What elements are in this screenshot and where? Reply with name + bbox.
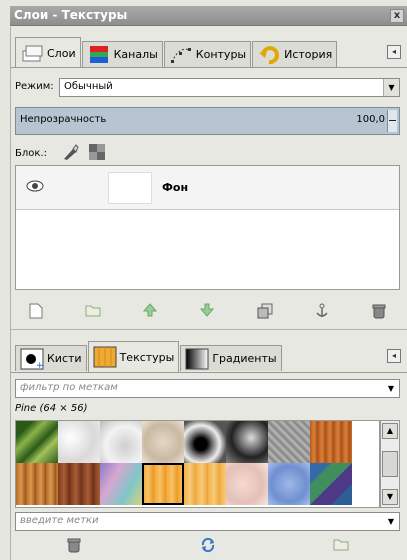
tab-history-label: История bbox=[284, 48, 333, 61]
layers-dock-panel: Слои Каналы Контуры История ◂ Режим: Обы… bbox=[10, 27, 407, 560]
pattern-tile[interactable] bbox=[268, 421, 310, 463]
divider bbox=[11, 329, 407, 330]
pattern-tile[interactable] bbox=[16, 463, 58, 505]
layers-list: Фон bbox=[15, 165, 400, 290]
scroll-up-icon[interactable]: ▲ bbox=[382, 423, 398, 439]
pattern-tile[interactable] bbox=[184, 421, 226, 463]
pattern-tile[interactable] bbox=[58, 421, 100, 463]
lock-label: Блок.: bbox=[15, 148, 47, 159]
tab-brushes-label: Кисти bbox=[47, 352, 82, 365]
alpha-lock-icon[interactable] bbox=[88, 143, 106, 161]
pattern-tile[interactable] bbox=[226, 463, 268, 505]
lower-layer-icon[interactable] bbox=[198, 303, 216, 321]
duplicate-layer-icon[interactable] bbox=[256, 303, 274, 321]
tab-menu-icon[interactable]: ◂ bbox=[387, 45, 401, 59]
opacity-slider[interactable]: Непрозрачность 100,0 bbox=[15, 107, 400, 135]
eye-icon[interactable] bbox=[26, 180, 44, 192]
patterns-icon bbox=[93, 346, 117, 368]
tab-brushes[interactable]: + Кисти bbox=[15, 345, 87, 371]
anchor-icon[interactable] bbox=[313, 303, 331, 321]
pattern-tile[interactable] bbox=[310, 463, 352, 505]
pattern-grid bbox=[15, 420, 380, 508]
pattern-tile[interactable] bbox=[226, 421, 268, 463]
tab-paths-label: Контуры bbox=[195, 48, 247, 61]
dock-tabs-bottom: + Кисти Текстуры Градиенты bbox=[15, 341, 283, 372]
layer-row[interactable]: Фон bbox=[16, 166, 399, 210]
patterns-button-bar bbox=[15, 533, 400, 559]
filter-placeholder: фильтр по меткам bbox=[20, 382, 118, 393]
layers-icon bbox=[20, 42, 44, 64]
history-icon bbox=[257, 44, 281, 66]
window-title: Слои - Текстуры bbox=[14, 8, 128, 22]
chevron-down-icon: ▼ bbox=[383, 79, 399, 96]
pattern-info: Pine (64 × 56) bbox=[15, 403, 88, 414]
opacity-value: 100,0 bbox=[356, 114, 385, 125]
channels-icon bbox=[87, 44, 111, 66]
scroll-down-icon[interactable]: ▼ bbox=[382, 489, 398, 505]
tags-placeholder: введите метки bbox=[20, 515, 99, 526]
pattern-tile[interactable] bbox=[100, 421, 142, 463]
pattern-tag-filter[interactable]: фильтр по меткам ▼ bbox=[15, 379, 400, 398]
tab-patterns[interactable]: Текстуры bbox=[87, 341, 180, 372]
tab-patterns-label: Текстуры bbox=[119, 350, 175, 364]
new-group-icon[interactable] bbox=[84, 303, 102, 321]
tab-paths[interactable]: Контуры bbox=[163, 41, 252, 67]
pattern-tile[interactable] bbox=[58, 463, 100, 505]
open-folder-icon[interactable] bbox=[332, 537, 350, 555]
mode-label: Режим: bbox=[15, 81, 54, 92]
tab-history[interactable]: История bbox=[252, 41, 338, 67]
opacity-spin-button[interactable] bbox=[387, 110, 397, 132]
scroll-thumb[interactable] bbox=[382, 451, 398, 477]
chevron-down-icon: ▼ bbox=[383, 380, 399, 397]
mode-value: Обычный bbox=[64, 81, 113, 92]
tab-channels[interactable]: Каналы bbox=[81, 41, 163, 67]
mode-select[interactable]: Обычный ▼ bbox=[59, 78, 400, 97]
tab-layers-label: Слои bbox=[47, 46, 76, 60]
delete-layer-icon[interactable] bbox=[370, 303, 388, 321]
opacity-label: Непрозрачность bbox=[20, 114, 107, 125]
tab-gradients[interactable]: Градиенты bbox=[180, 345, 282, 371]
pattern-tile[interactable] bbox=[142, 421, 184, 463]
pattern-tile[interactable] bbox=[268, 463, 310, 505]
new-layer-icon[interactable] bbox=[27, 303, 45, 321]
gradients-icon bbox=[185, 348, 209, 370]
pattern-scrollbar[interactable]: ▲ ▼ bbox=[380, 420, 400, 508]
pattern-tile-selected[interactable] bbox=[142, 463, 184, 505]
chevron-down-icon: ▼ bbox=[383, 513, 399, 530]
pattern-tile[interactable] bbox=[100, 463, 142, 505]
layer-name[interactable]: Фон bbox=[162, 181, 188, 194]
tab-gradients-label: Градиенты bbox=[212, 352, 277, 365]
dock-tabs-top: Слои Каналы Контуры История bbox=[15, 37, 338, 68]
divider bbox=[11, 67, 407, 68]
pattern-tile[interactable] bbox=[184, 463, 226, 505]
window-titlebar: Слои - Текстуры x bbox=[10, 6, 407, 26]
paths-icon bbox=[169, 44, 193, 66]
svg-text:+: + bbox=[36, 361, 44, 370]
tab-channels-label: Каналы bbox=[113, 48, 158, 61]
pattern-tile[interactable] bbox=[310, 421, 352, 463]
divider bbox=[11, 372, 407, 373]
brush-lock-icon[interactable] bbox=[61, 143, 79, 161]
refresh-icon[interactable] bbox=[199, 537, 217, 555]
pattern-tags-input[interactable]: введите метки ▼ bbox=[15, 512, 400, 531]
close-icon[interactable]: x bbox=[390, 9, 404, 23]
layers-button-bar bbox=[15, 299, 400, 325]
brushes-icon: + bbox=[20, 348, 44, 371]
raise-layer-icon[interactable] bbox=[141, 303, 159, 321]
layer-thumbnail bbox=[108, 172, 152, 204]
tab-layers[interactable]: Слои bbox=[15, 37, 81, 68]
delete-pattern-icon[interactable] bbox=[65, 537, 83, 555]
pattern-tile[interactable] bbox=[16, 421, 58, 463]
tab-menu-icon[interactable]: ◂ bbox=[387, 349, 401, 363]
